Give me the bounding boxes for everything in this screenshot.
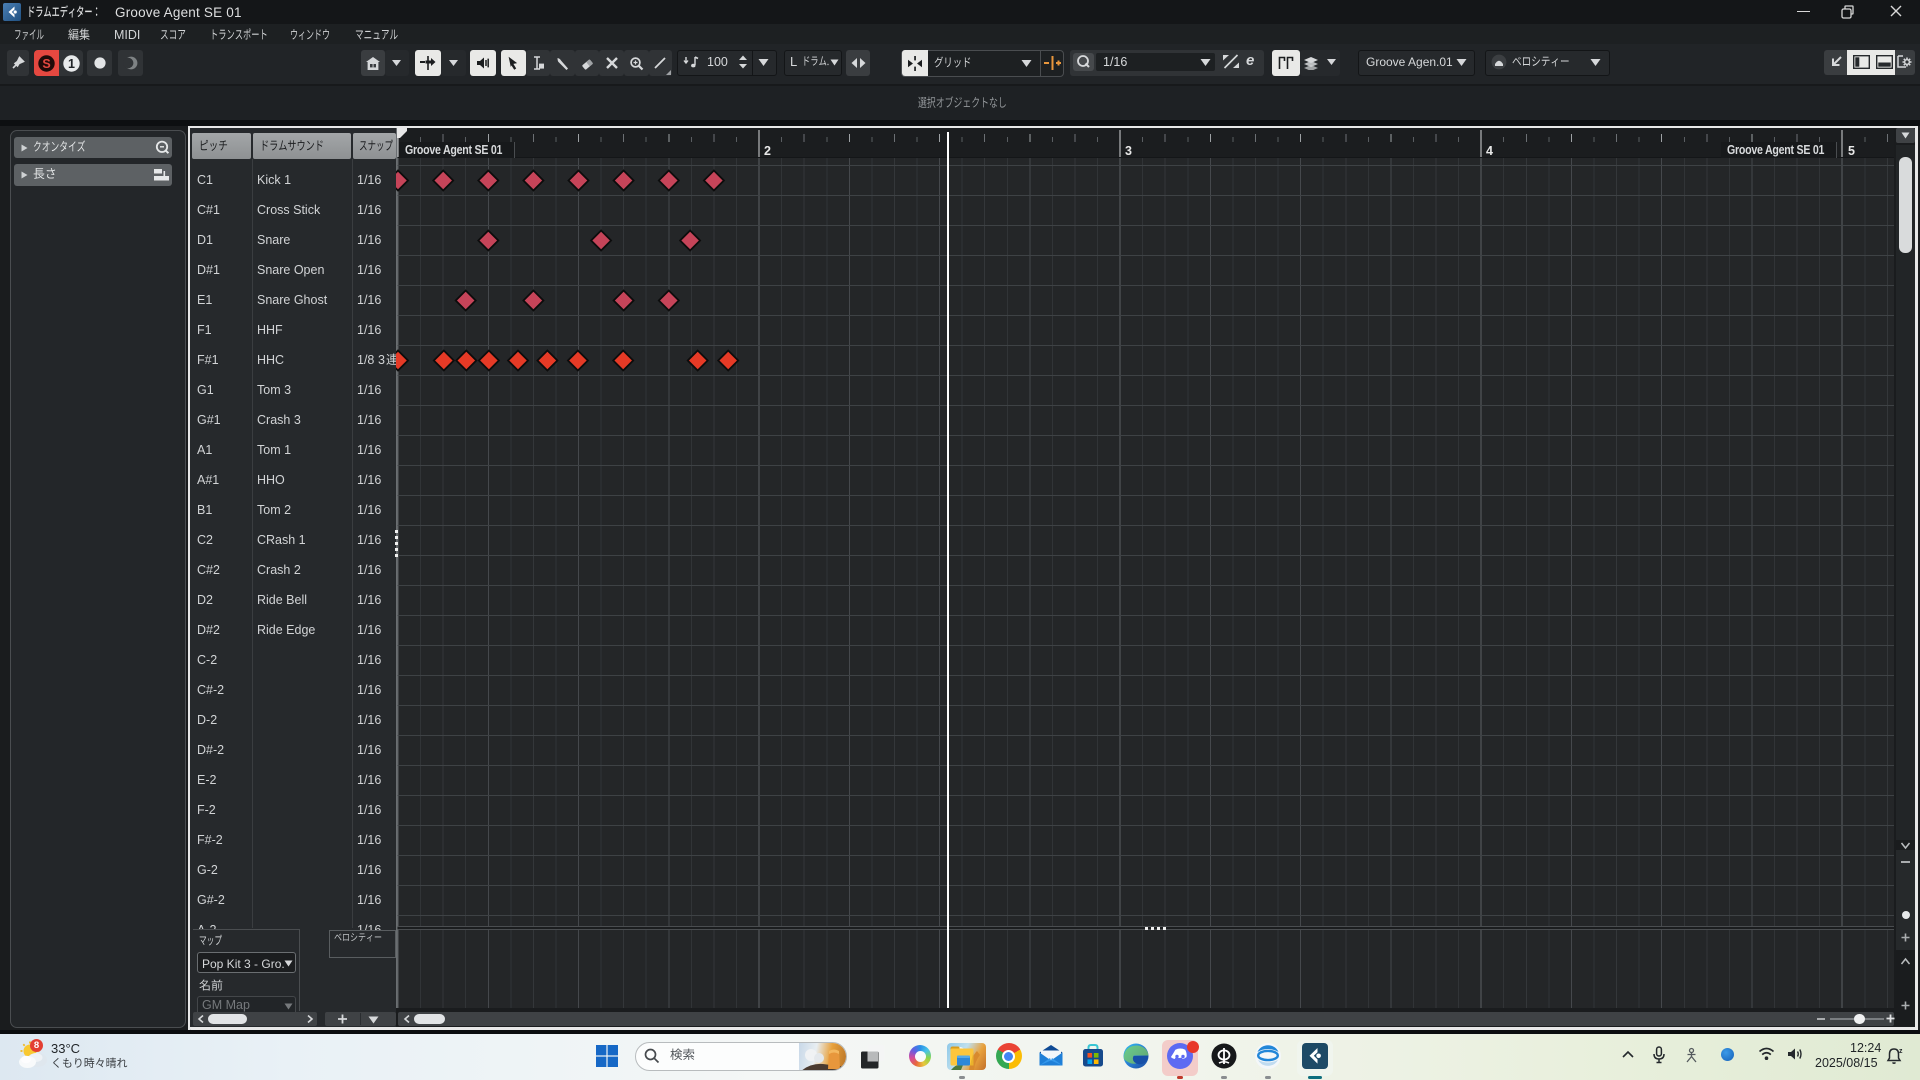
svg-text:S: S (42, 57, 50, 71)
svg-text:z: z (1899, 1048, 1903, 1055)
svg-text:1: 1 (68, 57, 75, 71)
